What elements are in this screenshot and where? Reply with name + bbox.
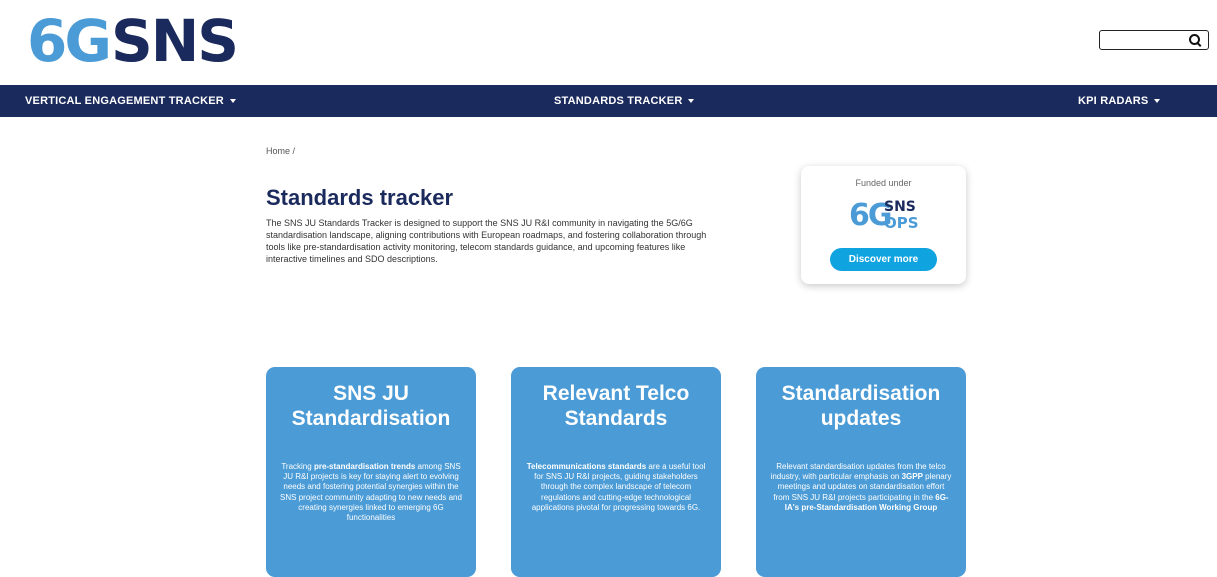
card-sns-ju-standardisation[interactable]: SNS JU Standardisation Tracking pre-stan…: [266, 367, 476, 577]
caret-down-icon: [688, 99, 695, 104]
nav-label: VERTICAL ENGAGEMENT TRACKER: [25, 95, 224, 107]
funded-label: Funded under: [855, 178, 912, 188]
search-input[interactable]: [1104, 32, 1188, 50]
card-desc-text: among SNS JU R&I projects is key for sta…: [280, 462, 462, 523]
card-desc-text: Tracking: [281, 462, 314, 471]
nav-item-standards-tracker[interactable]: STANDARDS TRACKER: [554, 85, 695, 117]
card-desc-emphasis: pre-standardisation trends: [313, 462, 416, 471]
main-nav: VERTICAL ENGAGEMENT TRACKER STANDARDS TR…: [0, 85, 1217, 117]
breadcrumb-home-link[interactable]: Home: [266, 146, 290, 156]
card-title: Standardisation updates: [781, 382, 941, 430]
logo-mark: 6G: [27, 7, 112, 75]
card-relevant-telco-standards[interactable]: Relevant Telco Standards Telecommunicati…: [511, 367, 721, 577]
nav-item-kpi-radars[interactable]: KPI RADARS: [1078, 85, 1161, 117]
logo-word: SNS: [110, 7, 239, 75]
page-intro: The SNS JU Standards Tracker is designed…: [266, 218, 707, 264]
card-title: SNS JU Standardisation: [291, 382, 451, 430]
nav-label: KPI RADARS: [1078, 95, 1149, 107]
breadcrumb-separator: /: [292, 146, 296, 156]
search-box: [1099, 30, 1209, 50]
page-title: Standards tracker: [266, 185, 454, 210]
6gsns-ops-logo: 6G SNS OPS: [849, 199, 924, 235]
ops-logo-word: SNS: [884, 199, 916, 215]
caret-down-icon: [1154, 99, 1161, 104]
nav-item-vertical-engagement-tracker[interactable]: VERTICAL ENGAGEMENT TRACKER: [25, 85, 236, 117]
discover-more-button[interactable]: Discover more: [830, 248, 937, 271]
card-title: Relevant Telco Standards: [542, 382, 690, 430]
breadcrumb: Home /: [266, 146, 295, 156]
card-description: Tracking pre-standardisation trends amon…: [280, 462, 462, 523]
card-standardisation-updates[interactable]: Standardisation updates Relevant standar…: [756, 367, 966, 577]
card-description: Telecommunications standards are a usefu…: [525, 462, 707, 513]
caret-down-icon: [229, 99, 236, 104]
6gsns-logo[interactable]: 6G SNS: [27, 7, 239, 75]
card-desc-emphasis: Telecommunications standards: [526, 462, 647, 471]
ops-logo-sub: OPS: [884, 214, 919, 232]
card-desc-emphasis: 3GPP: [901, 472, 923, 482]
nav-label: STANDARDS TRACKER: [554, 95, 683, 107]
card-description: Relevant standardisation updates from th…: [770, 462, 952, 513]
search-icon[interactable]: [1189, 34, 1200, 45]
funded-card: Funded under 6G SNS OPS Discover more: [801, 166, 966, 284]
